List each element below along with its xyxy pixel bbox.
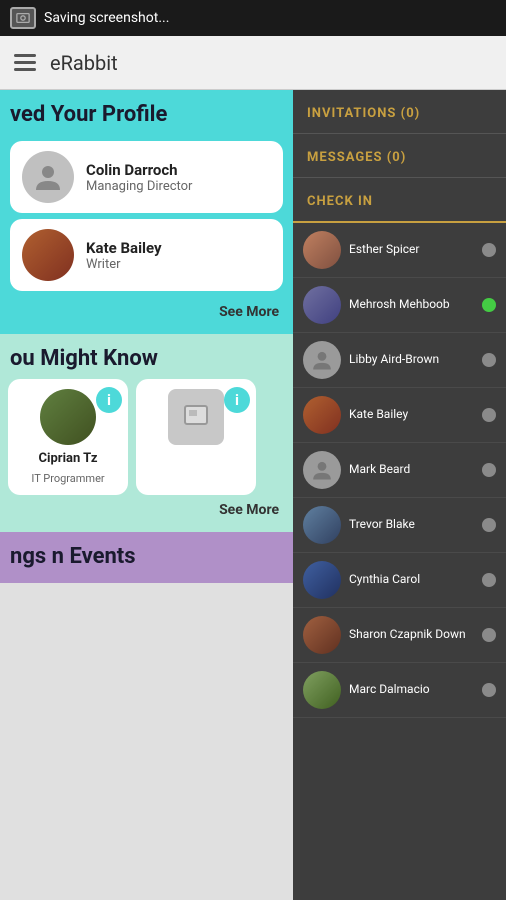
section-title-might-know: ou Might Know bbox=[0, 346, 293, 379]
checkin-avatar-cynthia bbox=[303, 561, 341, 599]
tab-messages-label: MESSAGES (0) bbox=[307, 150, 406, 165]
screenshot-icon bbox=[10, 7, 36, 29]
info-badge-placeholder[interactable]: i bbox=[224, 387, 250, 413]
profile-card-kate[interactable]: Kate Bailey Writer bbox=[10, 219, 283, 291]
checkin-item-mark[interactable]: Mark Beard bbox=[293, 443, 506, 498]
info-badge-ciprian[interactable]: i bbox=[96, 387, 122, 413]
checkin-name-mehrosh: Mehrosh Mehboob bbox=[349, 297, 474, 313]
status-dot-esther bbox=[482, 243, 496, 257]
checkin-name-kate-r: Kate Bailey bbox=[349, 407, 474, 423]
main-layout: ved Your Profile Colin Darroch Managing … bbox=[0, 90, 506, 900]
avatar-colin bbox=[22, 151, 74, 203]
checkin-item-mehrosh[interactable]: Mehrosh Mehboob bbox=[293, 278, 506, 333]
see-more-viewed: See More bbox=[0, 297, 293, 328]
checkin-avatar-marc bbox=[303, 671, 341, 709]
checkin-avatar-libby bbox=[303, 341, 341, 379]
section-title-viewed: ved Your Profile bbox=[0, 102, 293, 135]
app-title: eRabbit bbox=[50, 51, 118, 75]
status-bar: Saving screenshot... bbox=[0, 0, 506, 36]
status-dot-mark bbox=[482, 463, 496, 477]
status-dot-cynthia bbox=[482, 573, 496, 587]
status-dot-trevor bbox=[482, 518, 496, 532]
tab-invitations[interactable]: INVITATIONS (0) bbox=[293, 90, 506, 134]
avatar-placeholder bbox=[168, 389, 224, 445]
section-title-events: ngs n Events bbox=[0, 544, 293, 577]
checkin-name-mark: Mark Beard bbox=[349, 462, 474, 478]
profile-role-colin: Managing Director bbox=[86, 179, 192, 194]
checkin-name-sharon: Sharon Czapnik Down bbox=[349, 627, 474, 643]
profile-card-colin[interactable]: Colin Darroch Managing Director bbox=[10, 141, 283, 213]
might-know-cards: i Ciprian Tz IT Programmer i bbox=[0, 379, 293, 495]
checkin-avatar-esther bbox=[303, 231, 341, 269]
person-name-ciprian: Ciprian Tz bbox=[39, 451, 98, 466]
tab-invitations-label: INVITATIONS (0) bbox=[307, 106, 420, 121]
status-dot-sharon bbox=[482, 628, 496, 642]
checkin-name-esther: Esther Spicer bbox=[349, 242, 474, 258]
status-dot-marc bbox=[482, 683, 496, 697]
app-header: eRabbit bbox=[0, 36, 506, 90]
status-dot-mehrosh bbox=[482, 298, 496, 312]
avatar-ciprian bbox=[40, 389, 96, 445]
see-more-viewed-link[interactable]: See More bbox=[219, 304, 279, 320]
right-panel: INVITATIONS (0) MESSAGES (0) CHECK IN Es… bbox=[293, 90, 506, 900]
checkin-item-esther[interactable]: Esther Spicer bbox=[293, 223, 506, 278]
section-events: ngs n Events bbox=[0, 532, 293, 583]
see-more-might-know: See More bbox=[0, 495, 293, 526]
tab-messages[interactable]: MESSAGES (0) bbox=[293, 134, 506, 178]
checkin-name-trevor: Trevor Blake bbox=[349, 517, 474, 533]
checkin-item-cynthia[interactable]: Cynthia Carol bbox=[293, 553, 506, 608]
person-card-placeholder[interactable]: i bbox=[136, 379, 256, 495]
checkin-item-kate-r[interactable]: Kate Bailey bbox=[293, 388, 506, 443]
left-panel: ved Your Profile Colin Darroch Managing … bbox=[0, 90, 293, 900]
checkin-name-libby: Libby Aird-Brown bbox=[349, 352, 474, 368]
profile-role-kate: Writer bbox=[86, 257, 162, 272]
see-more-might-know-link[interactable]: See More bbox=[219, 502, 279, 518]
hamburger-menu[interactable] bbox=[14, 54, 36, 71]
checkin-avatar-trevor bbox=[303, 506, 341, 544]
checkin-item-trevor[interactable]: Trevor Blake bbox=[293, 498, 506, 553]
section-might-know: ou Might Know i Ciprian Tz IT Programmer… bbox=[0, 334, 293, 532]
status-bar-text: Saving screenshot... bbox=[44, 10, 169, 26]
checkin-avatar-sharon bbox=[303, 616, 341, 654]
checkin-avatar-mark bbox=[303, 451, 341, 489]
checkin-item-libby[interactable]: Libby Aird-Brown bbox=[293, 333, 506, 388]
profile-name-colin: Colin Darroch bbox=[86, 161, 192, 179]
profile-info-kate: Kate Bailey Writer bbox=[86, 239, 162, 272]
checkin-item-sharon[interactable]: Sharon Czapnik Down bbox=[293, 608, 506, 663]
status-dot-libby bbox=[482, 353, 496, 367]
tab-checkin-label: CHECK IN bbox=[307, 194, 373, 209]
avatar-kate bbox=[22, 229, 74, 281]
checkin-avatar-mehrosh bbox=[303, 286, 341, 324]
checkin-avatar-kate-r bbox=[303, 396, 341, 434]
checkin-item-marc[interactable]: Marc Dalmacio bbox=[293, 663, 506, 718]
status-dot-kate-r bbox=[482, 408, 496, 422]
checkin-name-marc: Marc Dalmacio bbox=[349, 682, 474, 698]
profile-info-colin: Colin Darroch Managing Director bbox=[86, 161, 192, 194]
tab-checkin[interactable]: CHECK IN bbox=[293, 178, 506, 223]
checkin-list: Esther Spicer Mehrosh Mehboob Libby Aird… bbox=[293, 223, 506, 718]
section-viewed-profile: ved Your Profile Colin Darroch Managing … bbox=[0, 90, 293, 334]
person-role-ciprian: IT Programmer bbox=[31, 472, 104, 485]
checkin-name-cynthia: Cynthia Carol bbox=[349, 572, 474, 588]
profile-name-kate: Kate Bailey bbox=[86, 239, 162, 257]
person-card-ciprian[interactable]: i Ciprian Tz IT Programmer bbox=[8, 379, 128, 495]
